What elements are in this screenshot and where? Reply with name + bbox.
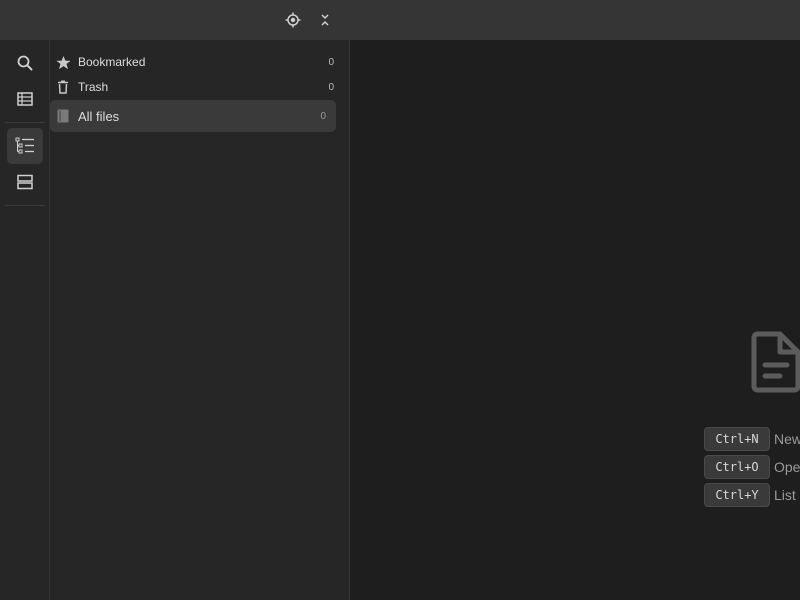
collapse-all-icon[interactable]: [315, 10, 335, 30]
ribbon-divider: [5, 122, 45, 123]
ribbon-divider: [5, 205, 45, 206]
book-icon: [55, 108, 71, 124]
nav-item-label: Trash: [78, 80, 109, 94]
trash-icon: [55, 79, 71, 95]
shortcut-list[interactable]: Ctrl+Y List: [704, 482, 796, 508]
ribbon: [0, 40, 50, 600]
search-icon[interactable]: [7, 45, 43, 81]
shortcut-new[interactable]: Ctrl+N New: [704, 426, 800, 452]
tree-list-icon[interactable]: [7, 128, 43, 164]
nav-item-trash[interactable]: Trash 0: [50, 77, 336, 97]
nav-item-all-files[interactable]: All files 0: [50, 100, 336, 132]
shortcut-label: Open: [774, 459, 800, 475]
shortcut-key: Ctrl+Y: [704, 483, 770, 507]
star-icon: [55, 54, 71, 70]
shortcut-label: List: [774, 487, 796, 503]
nav-item-bookmarked[interactable]: Bookmarked 0: [50, 52, 336, 72]
shortcut-key: Ctrl+N: [704, 427, 770, 451]
shortcut-open[interactable]: Ctrl+O Open: [704, 454, 800, 480]
split-rows-icon[interactable]: [7, 164, 43, 200]
nav-item-count: 0: [328, 56, 334, 68]
nav-item-label: Bookmarked: [78, 55, 146, 69]
document-icon: [750, 331, 800, 398]
top-bar: [0, 0, 800, 40]
shortcut-label: New: [774, 431, 800, 447]
shortcut-key: Ctrl+O: [704, 455, 770, 479]
file-navigator: Bookmarked 0 Trash 0 All files 0: [50, 40, 350, 600]
table-icon[interactable]: [7, 81, 43, 117]
nav-item-label: All files: [78, 108, 120, 124]
nav-item-count: 0: [320, 110, 326, 122]
crosshair-icon[interactable]: [283, 10, 303, 30]
editor-empty-state: Ctrl+N New Ctrl+O Open Ctrl+Y List: [350, 40, 800, 600]
nav-item-count: 0: [328, 81, 334, 93]
